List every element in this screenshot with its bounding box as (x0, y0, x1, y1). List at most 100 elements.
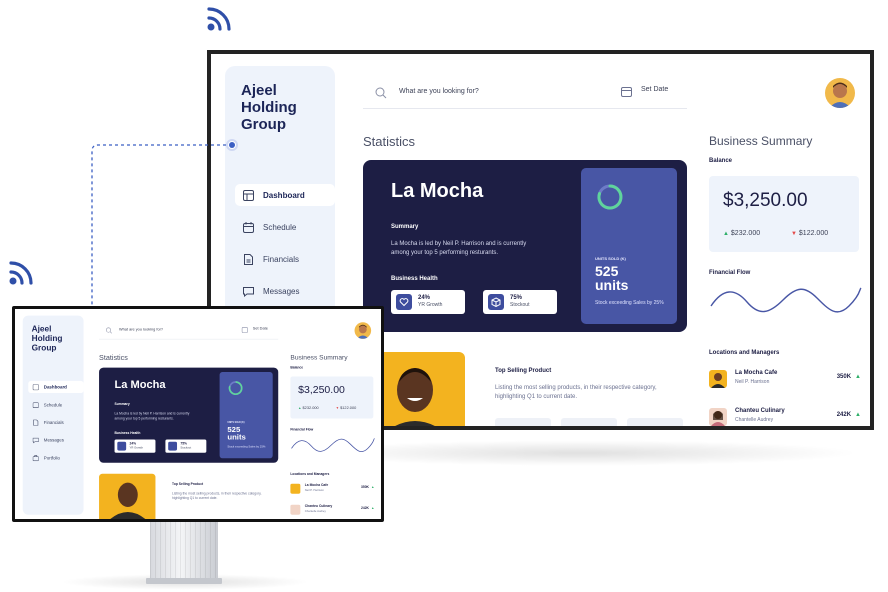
dashboard-screen-small: Ajeel Holding Group Dashboard Schedule F… (15, 309, 381, 519)
balance-down: ▼ $122.000 (791, 230, 828, 237)
sidebar-item-financials[interactable]: Financials (28, 416, 83, 428)
metric-label: YR Growth (418, 302, 443, 308)
sidebar-item-schedule[interactable]: Schedule (28, 399, 83, 411)
sidebar-item-label: Schedule (263, 222, 297, 232)
location-row[interactable]: La Mocha Cafe Neil P. Harrison 350K ▲ (709, 370, 865, 394)
location-avatar (709, 408, 727, 426)
location-manager: Neil P. Harrison (735, 379, 770, 385)
sidebar-item-label: Schedule (43, 402, 63, 408)
balance-label: Balance (709, 158, 733, 164)
summary-label: Summary (114, 403, 130, 407)
location-name: Chanteu Culinary (735, 408, 785, 414)
sidebar-item-schedule[interactable]: Schedule (235, 216, 335, 238)
metric-label: Stockout (510, 302, 530, 308)
units-unit: units (595, 277, 629, 293)
balance-down: ▼ $122.000 (336, 406, 357, 410)
business-summary-panel: Business Summary Balance $3,250.00 ▲ $23… (290, 353, 376, 515)
search-bar[interactable]: What are you looking for? Set Date (363, 78, 687, 109)
location-name: La Mocha Cafe (304, 483, 329, 488)
location-value: 350K (836, 374, 852, 380)
shield-heart-icon (117, 441, 127, 451)
location-row[interactable]: La Mocha Cafe Neil P. Harrison 350K ▲ (290, 483, 376, 497)
top-selling-description: Listing the most selling products, in th… (495, 385, 657, 400)
metric-growth[interactable]: 24% YR Growth (391, 290, 465, 314)
dashboard-icon (32, 383, 39, 391)
document-icon (242, 253, 254, 265)
up-arrow-icon: ▲ (855, 412, 861, 418)
search-icon (105, 327, 113, 337)
sidebar-item-messages[interactable]: Messages (235, 280, 335, 302)
sidebar-item-dashboard[interactable]: Dashboard (28, 380, 84, 394)
sidebar-item-messages[interactable]: Messages (28, 434, 83, 446)
hero-card[interactable]: La Mocha Summary La Mocha is led by Neil… (363, 160, 687, 332)
calendar-icon (32, 401, 39, 408)
locations-label: Locations and Managers (290, 472, 330, 477)
balance-value: $3,250.00 (723, 190, 808, 211)
up-arrow-icon: ▲ (723, 231, 729, 237)
down-value: $122.000 (340, 406, 357, 411)
screen-shadow (300, 440, 860, 466)
down-value: $122.000 (798, 230, 829, 237)
search-bar[interactable]: What are you looking for? Set Date (99, 322, 279, 340)
chat-icon (32, 437, 39, 444)
hero-title: La Mocha (114, 378, 166, 391)
location-value: 242K (361, 506, 369, 511)
search-input[interactable]: What are you looking for? (399, 88, 479, 95)
location-avatar (290, 504, 301, 515)
location-name: Chanteu Culinary (304, 504, 333, 509)
set-date-button[interactable]: Set Date (253, 327, 268, 331)
location-manager: Chantelle Audrey (735, 417, 774, 423)
balance-up: ▲ $232.000 (723, 230, 760, 237)
product-chip (627, 418, 683, 426)
calendar-icon (241, 326, 248, 336)
business-summary-title: Business Summary (709, 134, 813, 148)
financial-flow-chart (710, 287, 862, 313)
sidebar-item-dashboard[interactable]: Dashboard (235, 184, 335, 206)
metric-value: 24% (418, 295, 431, 301)
hero-card[interactable]: La Mocha Summary La Mocha is led by Neil… (99, 367, 279, 463)
avatar[interactable] (825, 78, 855, 108)
units-note: Stock exceeding Sales by 25% (595, 300, 664, 306)
down-arrow-icon: ▼ (335, 406, 340, 411)
statistics-title: Statistics (99, 353, 128, 362)
briefcase-icon (32, 454, 39, 461)
sidebar-item-portfolio[interactable]: Portfolio (28, 452, 83, 464)
product-chip (561, 418, 617, 426)
progress-ring (595, 182, 625, 217)
wifi-icon (8, 260, 42, 286)
wifi-icon (206, 6, 240, 32)
metric-value: 75% (510, 295, 523, 301)
units-note: Stock exceeding Sales by 25% (227, 445, 266, 449)
health-label: Business Health (114, 431, 141, 436)
top-selling-title: Top Selling Product (172, 482, 204, 486)
avatar[interactable] (354, 322, 372, 339)
brand-logo: Ajeel Holding Group (241, 82, 297, 133)
up-arrow-icon: ▲ (298, 406, 302, 411)
location-avatar (290, 483, 301, 494)
balance-card: $3,250.00 ▲ $232.000 ▼ $122.000 (709, 176, 859, 252)
set-date-button[interactable]: Set Date (641, 86, 668, 93)
balance-card: $3,250.00 ▲ $232.000 ▼ $122.000 (290, 376, 374, 419)
search-input[interactable]: What are you looking for? (119, 328, 163, 332)
units-unit: units (227, 432, 246, 442)
monitor-base (146, 578, 222, 584)
product-photo (99, 473, 156, 519)
business-summary-title: Business Summary (290, 353, 348, 361)
location-manager: Neil P. Harrison (304, 488, 324, 493)
metric-stockout[interactable]: 75% Stockout (165, 439, 207, 453)
metric-growth[interactable]: 24% YR Growth (114, 439, 156, 453)
location-row[interactable]: Chanteu Culinary Chantelle Audrey 242K ▲ (709, 408, 865, 426)
location-row[interactable]: Chanteu Culinary Chantelle Audrey 242K ▲ (290, 504, 376, 518)
metric-label: Stockout (180, 446, 192, 450)
location-manager: Chantelle Audrey (304, 509, 326, 514)
metric-stockout[interactable]: 75% Stockout (483, 290, 557, 314)
dashboard-icon (242, 189, 254, 201)
summary-text: La Mocha is led by Neil P. Harrison and … (391, 241, 527, 256)
units-label: UNITS SOLD (K) (595, 256, 626, 261)
location-name: La Mocha Cafe (735, 370, 778, 376)
location-value: 242K (836, 412, 852, 418)
metric-label: YR Growth (129, 446, 143, 450)
units-label: UNITS SOLD (K) (227, 420, 245, 424)
shield-heart-icon (396, 294, 412, 310)
sidebar-item-financials[interactable]: Financials (235, 248, 335, 270)
